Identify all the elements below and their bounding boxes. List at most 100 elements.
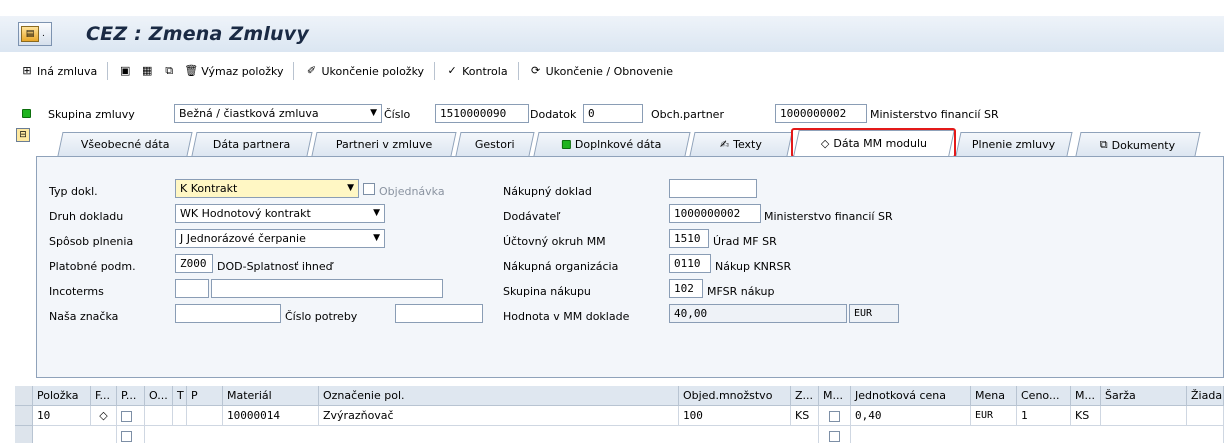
check-button[interactable]: ✓ Kontrola xyxy=(445,61,507,81)
chevron-down-icon: ▼ xyxy=(373,208,380,218)
contract-icon: ⊞ xyxy=(22,64,32,77)
incoterms-code-field[interactable] xyxy=(175,279,209,298)
expand-button[interactable]: ▣ xyxy=(118,61,132,81)
toolbar-separator xyxy=(107,62,109,80)
finish-item-button[interactable]: ✐ Ukončenie položky xyxy=(304,61,424,81)
column-header[interactable]: Mena xyxy=(971,386,1017,406)
finish-renew-button[interactable]: ⟳ Ukončenie / Obnovenie xyxy=(529,61,673,81)
order-checkbox[interactable] xyxy=(363,183,375,195)
fulfil-label: Spôsob plnenia xyxy=(49,235,134,248)
column-header[interactable]: Označenie pol. xyxy=(319,386,679,406)
partner-number-field[interactable]: 1000000002 xyxy=(775,104,867,123)
tab-additional-data[interactable]: Doplnkové dáta xyxy=(533,132,691,156)
table-cell[interactable] xyxy=(145,426,819,443)
tab-partner-data[interactable]: Dáta partnera xyxy=(191,132,313,156)
table-cell-unit[interactable]: KS xyxy=(1071,406,1101,426)
column-header[interactable]: Ceno... xyxy=(1017,386,1071,406)
copy-button[interactable]: ⧉ xyxy=(162,61,176,81)
table-cell-batch[interactable] xyxy=(1101,406,1187,426)
toolbar-separator xyxy=(293,62,295,80)
table-cell-material[interactable]: 10000014 xyxy=(223,406,319,426)
tab-gestors[interactable]: Gestori xyxy=(455,132,535,156)
table-cell-checkbox[interactable] xyxy=(117,406,145,426)
table-cell[interactable] xyxy=(33,426,117,443)
supplier-field[interactable]: 1000000002 xyxy=(669,204,761,223)
table-cell-checkbox[interactable] xyxy=(819,426,851,443)
chevron-down-icon: ▼ xyxy=(347,183,354,193)
porg-field[interactable]: 0110 xyxy=(669,254,711,273)
incoterms-text-field[interactable] xyxy=(211,279,443,298)
table-cell-currency[interactable]: EUR xyxy=(971,406,1017,426)
table-cell-price[interactable]: 0,40 xyxy=(851,406,971,426)
table-cell[interactable] xyxy=(173,406,187,426)
tab-texts[interactable]: ✍ Texty xyxy=(689,132,793,156)
column-header[interactable]: P... xyxy=(117,386,145,406)
diamond-icon: ◇ xyxy=(99,409,108,422)
column-header[interactable]: F... xyxy=(91,386,117,406)
tab-general[interactable]: Všeobecné dáta xyxy=(57,132,193,156)
column-header[interactable]: Materiál xyxy=(223,386,319,406)
row-checkbox[interactable] xyxy=(829,430,840,442)
table-cell[interactable] xyxy=(851,426,1224,443)
company-field[interactable]: 1510 xyxy=(669,229,709,248)
pgroup-name: MFSR nákup xyxy=(707,285,775,298)
row-checkbox[interactable] xyxy=(121,430,132,442)
column-header[interactable]: M... xyxy=(819,386,851,406)
doc-type-select[interactable]: K Kontrakt ▼ xyxy=(175,179,359,198)
fulfil-select[interactable]: J Jednorázové čerpanie ▼ xyxy=(175,229,385,248)
transaction-menu-button[interactable]: ▤ . xyxy=(18,22,52,46)
table-cell-unit[interactable]: KS xyxy=(791,406,819,426)
row-selector[interactable] xyxy=(15,406,33,426)
column-header[interactable]: P xyxy=(187,386,223,406)
table-cell-qty[interactable]: 100 xyxy=(679,406,791,426)
pay-text: DOD-Splatnosť ihneď xyxy=(217,260,333,273)
column-header[interactable]: O... xyxy=(145,386,173,406)
column-header[interactable]: Z... xyxy=(791,386,819,406)
table-cell[interactable] xyxy=(145,406,173,426)
doc-kind-select[interactable]: WK Hodnotový kontrakt ▼ xyxy=(175,204,385,223)
collapse-button[interactable]: ▦ xyxy=(140,61,154,81)
row-checkbox[interactable] xyxy=(829,410,840,422)
chevron-down-icon: ▼ xyxy=(373,233,380,243)
group-label: Skupina zmluvy xyxy=(48,108,135,121)
delete-item-button[interactable]: 🗑 Výmaz položky xyxy=(184,61,283,81)
column-header[interactable]: Jednotková cena xyxy=(851,386,971,406)
table-cell-status[interactable]: ◇ xyxy=(91,406,117,426)
contract-group-select[interactable]: Bežná / čiastková zmluva ▼ xyxy=(174,104,382,123)
column-header[interactable]: Žiada xyxy=(1187,386,1224,406)
items-table: Položka F... P... O... T P Materiál Ozna… xyxy=(15,386,1224,443)
collapse-icon: ▦ xyxy=(142,64,153,77)
tab-documents[interactable]: ⧉ Dokumenty xyxy=(1075,132,1201,156)
column-header[interactable]: M... xyxy=(1071,386,1101,406)
addendum-field[interactable]: 0 xyxy=(583,104,643,123)
pay-label: Platobné podm. xyxy=(49,260,136,273)
row-selector[interactable] xyxy=(15,426,33,443)
need-no-field[interactable] xyxy=(395,304,483,323)
table-cell-checkbox[interactable] xyxy=(117,426,145,443)
table-cell-checkbox[interactable] xyxy=(819,406,851,426)
column-header[interactable]: T xyxy=(173,386,187,406)
column-header[interactable]: Objed.množstvo xyxy=(679,386,791,406)
chevron-down-icon: ▼ xyxy=(370,108,377,118)
table-cell-item[interactable]: 10 xyxy=(33,406,91,426)
toolbar-separator xyxy=(434,62,436,80)
select-all-cell[interactable] xyxy=(15,386,33,406)
row-checkbox[interactable] xyxy=(121,410,132,422)
our-ref-field[interactable] xyxy=(175,304,281,323)
tab-fulfilment[interactable]: Plnenie zmluvy xyxy=(955,132,1073,156)
tab-contract-partners[interactable]: Partneri v zmluve xyxy=(311,132,457,156)
pgroup-field[interactable]: 102 xyxy=(669,279,703,298)
incoterms-label: Incoterms xyxy=(49,285,104,298)
pay-code-field[interactable]: Z000 xyxy=(175,254,213,273)
contract-number-field[interactable]: 1510000090 xyxy=(435,104,529,123)
column-header[interactable]: Položka xyxy=(33,386,91,406)
column-header[interactable]: Šarža xyxy=(1101,386,1187,406)
table-cell[interactable] xyxy=(1187,406,1224,426)
purchase-doc-field[interactable] xyxy=(669,179,757,198)
table-cell-price-unit[interactable]: 1 xyxy=(1017,406,1071,426)
table-cell-description[interactable]: Zvýrazňovač xyxy=(319,406,679,426)
finish-icon: ✐ xyxy=(306,64,317,77)
other-contract-button[interactable]: ⊞ Iná zmluva xyxy=(20,61,97,81)
status-green-icon xyxy=(562,140,572,149)
table-cell[interactable] xyxy=(187,406,223,426)
